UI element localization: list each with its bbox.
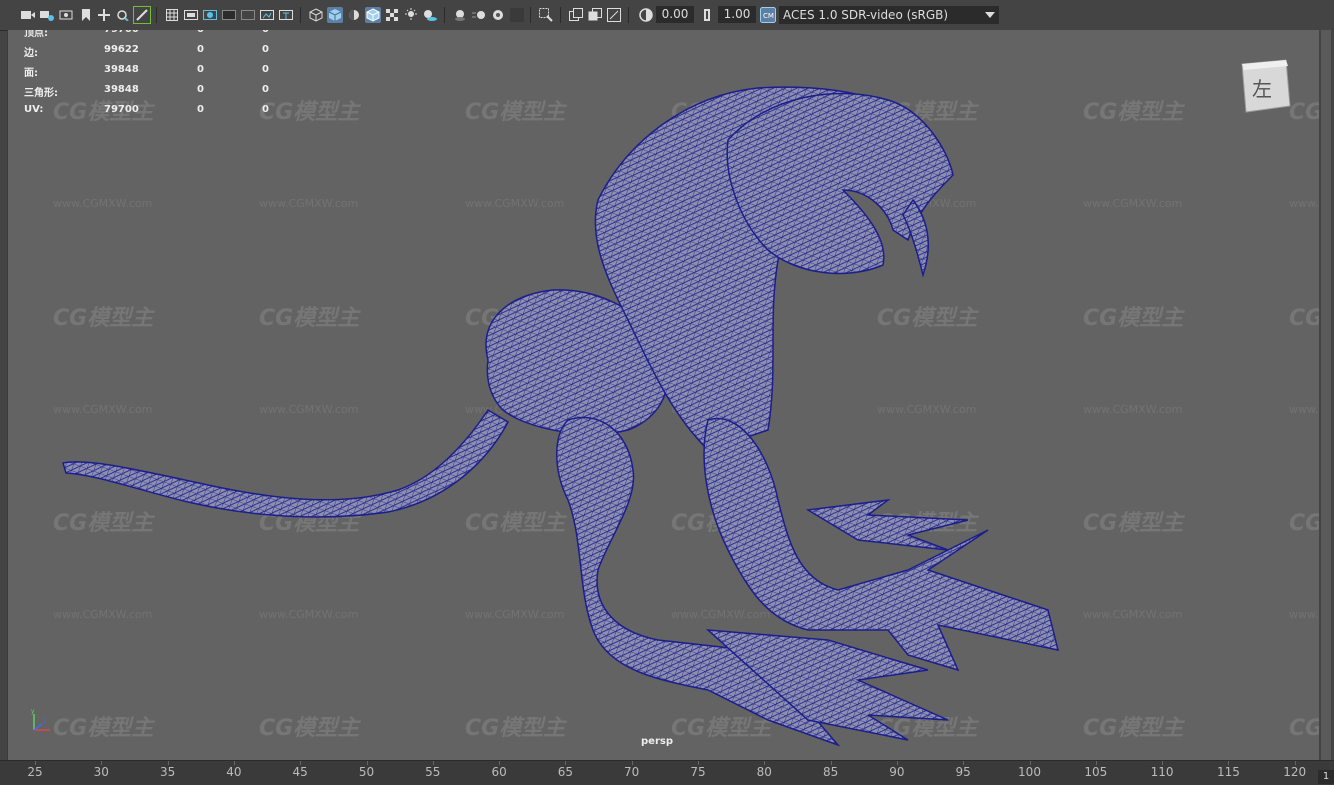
- 3d-viewport[interactable]: CG模型主CG模型主CG模型主CG模型主CG模型主CG模型主CG模型主CG模型主…: [7, 30, 1321, 760]
- image-plane-icon[interactable]: [58, 7, 74, 23]
- time-tick-label: 60: [491, 765, 507, 779]
- time-tick-label: 90: [889, 765, 905, 779]
- time-tick-label: 95: [955, 765, 971, 779]
- time-tick-label: 45: [292, 765, 308, 779]
- 2d-pan-icon[interactable]: [96, 7, 112, 23]
- axis-gizmo: y z: [31, 708, 50, 731]
- xray-active-components-icon[interactable]: [587, 7, 603, 23]
- time-tick-label: 120: [1283, 765, 1307, 779]
- time-slider[interactable]: [0, 760, 1334, 785]
- scrollbar-thumb[interactable]: [1321, 30, 1331, 760]
- grid-icon[interactable]: [164, 7, 180, 23]
- wireframe-icon[interactable]: [308, 7, 324, 23]
- time-tick-label: 85: [822, 765, 839, 779]
- time-tick-label: 50: [358, 765, 375, 779]
- camera-label: persp: [641, 736, 673, 747]
- resolution-gate-icon[interactable]: [202, 7, 218, 23]
- gamma-icon[interactable]: [700, 7, 716, 23]
- time-tick-label: 80: [756, 765, 772, 779]
- current-frame-indicator[interactable]: 1: [1318, 770, 1334, 784]
- depth-of-field-icon[interactable]: [509, 7, 525, 23]
- textured-icon[interactable]: [384, 7, 400, 23]
- exposure-field[interactable]: 0.00: [656, 6, 694, 23]
- svg-text:CM: CM: [763, 12, 774, 20]
- wireframe-on-shaded-icon[interactable]: [365, 7, 381, 23]
- shadows-icon[interactable]: [422, 7, 438, 23]
- view-cube[interactable]: 左: [1236, 58, 1292, 114]
- time-tick-label: 100: [1018, 765, 1041, 779]
- smooth-shade-icon[interactable]: [327, 7, 343, 23]
- time-tick-label: 105: [1084, 765, 1108, 779]
- time-tick-label: 25: [27, 765, 43, 779]
- time-tick-label: 65: [557, 765, 574, 779]
- multisample-aa-icon[interactable]: [490, 7, 506, 23]
- bookmark-icon[interactable]: [78, 7, 94, 23]
- field-chart-icon[interactable]: [240, 7, 256, 23]
- xray-joints-icon[interactable]: [606, 7, 622, 23]
- time-tick-label: 70: [624, 765, 640, 779]
- 2d-pan-zoom-icon[interactable]: [114, 7, 130, 23]
- time-tick-label: 55: [425, 765, 441, 779]
- view-cube-face-label: 左: [1252, 77, 1272, 101]
- use-all-lights-icon[interactable]: [403, 7, 419, 23]
- time-tick-label: 30: [93, 765, 109, 779]
- time-tick-label: 115: [1216, 765, 1240, 779]
- motion-blur-icon[interactable]: [471, 7, 487, 23]
- gamma-field[interactable]: 1.00: [718, 6, 756, 23]
- xray-icon[interactable]: [568, 7, 584, 23]
- safe-action-icon[interactable]: [259, 7, 275, 23]
- color-management-icon[interactable]: CM: [760, 7, 776, 23]
- gate-mask-icon[interactable]: [221, 7, 237, 23]
- svg-text:z: z: [43, 718, 46, 725]
- film-gate-icon[interactable]: [183, 7, 199, 23]
- time-tick-label: 40: [226, 765, 242, 779]
- isolate-select-icon[interactable]: [538, 7, 554, 23]
- screen-space-ao-icon[interactable]: [452, 7, 468, 23]
- default-material-icon[interactable]: [346, 7, 362, 23]
- chevron-down-icon[interactable]: [981, 7, 999, 23]
- exposure-icon[interactable]: [638, 7, 654, 23]
- color-space-dropdown[interactable]: ACES 1.0 SDR-video (sRGB): [779, 6, 999, 24]
- safe-title-icon[interactable]: [278, 7, 294, 23]
- time-tick-label: 35: [159, 765, 176, 779]
- time-tick-label: 110: [1150, 765, 1174, 779]
- camera-icon[interactable]: [20, 7, 36, 23]
- viewport-toolbar: 0.00 1.00 CM ACES 1.0 SDR-video (sRGB): [0, 0, 1334, 31]
- creature-wireframe-model[interactable]: [8, 30, 1320, 760]
- camera-attributes-icon[interactable]: [39, 7, 55, 23]
- time-tick-label: 75: [690, 765, 706, 779]
- grease-pencil-icon[interactable]: [133, 6, 151, 24]
- svg-text:y: y: [31, 708, 35, 715]
